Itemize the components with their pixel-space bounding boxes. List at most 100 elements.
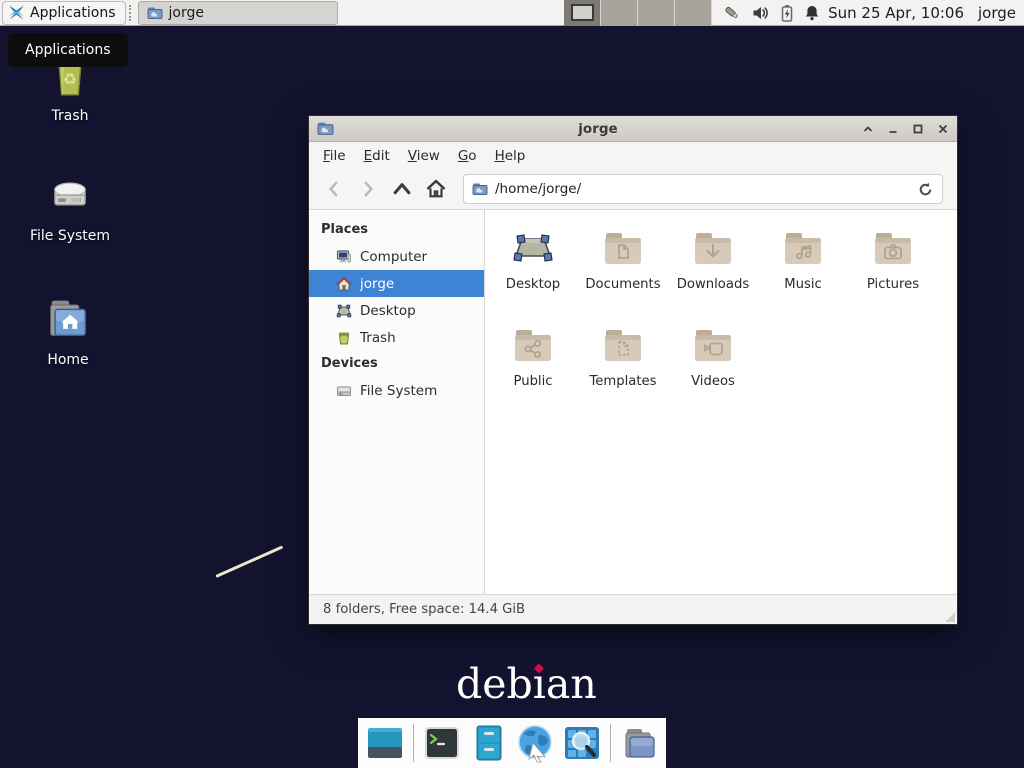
menubar: File Edit View Go Help	[309, 142, 957, 169]
debian-logo-i: ı	[533, 660, 546, 708]
maximize-icon[interactable]	[912, 123, 924, 135]
stylus-icon[interactable]	[722, 4, 742, 22]
file-item-music[interactable]: Music	[758, 224, 848, 321]
window-body: Places Computer jorge	[309, 210, 957, 594]
workspace-1[interactable]	[564, 0, 601, 26]
back-icon	[325, 180, 343, 198]
minimize-icon[interactable]	[887, 123, 899, 135]
app-finder-icon	[563, 724, 601, 762]
videos-folder-icon	[689, 321, 737, 369]
desktop-icon-label: Home	[47, 352, 88, 368]
folder-view: Desktop Documents	[485, 210, 957, 594]
top-panel: Applications jorge	[0, 0, 1024, 26]
downloads-folder-icon	[689, 224, 737, 272]
show-desktop-icon	[366, 724, 404, 762]
volume-icon[interactable]	[752, 5, 770, 21]
sidebar-item-desktop[interactable]: Desktop	[309, 297, 484, 324]
file-cabinet-icon	[470, 724, 508, 762]
taskbar-window-button[interactable]: jorge	[138, 1, 338, 25]
debian-logo-text: an	[546, 660, 597, 708]
computer-icon	[336, 249, 352, 265]
devices-header: Devices	[309, 351, 484, 377]
directory-menu-button[interactable]	[620, 723, 659, 763]
public-folder-icon	[509, 321, 557, 369]
location-folder-icon	[472, 181, 488, 197]
shade-icon[interactable]	[862, 123, 874, 135]
forward-button[interactable]	[353, 174, 383, 204]
home-folder-icon	[42, 292, 94, 344]
forward-icon	[359, 180, 377, 198]
home-button[interactable]	[421, 174, 451, 204]
location-bar[interactable]: /home/jorge/	[463, 174, 943, 204]
window-controls	[862, 123, 949, 135]
menu-help[interactable]: Help	[486, 148, 535, 164]
up-button[interactable]	[387, 174, 417, 204]
applications-menu-button[interactable]: Applications	[2, 1, 126, 25]
terminal-icon	[423, 724, 461, 762]
dock-separator	[413, 724, 414, 762]
sidebar: Places Computer jorge	[309, 210, 485, 594]
file-item-label: Desktop	[506, 277, 560, 292]
documents-folder-icon	[599, 224, 647, 272]
terminal-launcher[interactable]	[423, 723, 462, 763]
file-item-downloads[interactable]: Downloads	[668, 224, 758, 321]
home-icon	[336, 276, 352, 292]
battery-icon[interactable]	[780, 4, 794, 22]
sidebar-item-label: Trash	[360, 330, 396, 346]
desktop-icon-label: Trash	[52, 108, 89, 124]
applications-tooltip: Applications	[8, 33, 128, 67]
file-item-label: Public	[513, 374, 552, 389]
pictures-folder-icon	[869, 224, 917, 272]
desktop-icon-home[interactable]: Home	[13, 292, 123, 368]
xfce-logo-icon	[8, 4, 25, 21]
show-desktop-button[interactable]	[365, 723, 404, 763]
file-item-templates[interactable]: Templates	[578, 321, 668, 418]
file-item-public[interactable]: Public	[488, 321, 578, 418]
panel-grip-handle[interactable]	[129, 5, 135, 21]
window-titlebar[interactable]: jorge	[309, 116, 957, 142]
menu-view[interactable]: View	[399, 148, 449, 164]
file-item-label: Templates	[589, 374, 656, 389]
trash-icon	[336, 330, 352, 346]
folder-icon	[147, 5, 163, 21]
workspace-4[interactable]	[675, 0, 712, 26]
file-manager-launcher[interactable]	[469, 723, 508, 763]
dock-separator	[610, 724, 611, 762]
close-icon[interactable]	[937, 123, 949, 135]
workspace-2[interactable]	[601, 0, 638, 26]
file-item-videos[interactable]: Videos	[668, 321, 758, 418]
debian-logo-text: deb	[456, 660, 533, 708]
panel-username[interactable]: jorge	[978, 4, 1016, 22]
debian-logo: debıan	[456, 660, 597, 708]
web-browser-launcher[interactable]	[515, 723, 555, 763]
sidebar-item-jorge[interactable]: jorge	[309, 270, 484, 297]
file-item-desktop[interactable]: Desktop	[488, 224, 578, 321]
sidebar-item-file-system[interactable]: File System	[309, 377, 484, 404]
file-item-pictures[interactable]: Pictures	[848, 224, 938, 321]
back-button[interactable]	[319, 174, 349, 204]
location-path[interactable]: /home/jorge/	[495, 181, 910, 197]
pointer-trail-line	[215, 545, 283, 577]
sidebar-item-computer[interactable]: Computer	[309, 243, 484, 270]
file-item-documents[interactable]: Documents	[578, 224, 668, 321]
dock-panel	[358, 718, 666, 768]
desktop-icon	[509, 224, 557, 272]
notifications-bell-icon[interactable]	[804, 4, 820, 21]
directory-folder-icon	[621, 724, 659, 762]
panel-clock[interactable]: Sun 25 Apr, 10:06	[828, 4, 964, 22]
reload-icon[interactable]	[917, 181, 934, 198]
file-item-label: Pictures	[867, 277, 919, 292]
applications-menu-label: Applications	[30, 5, 116, 21]
statusbar: 8 folders, Free space: 14.4 GiB	[309, 594, 957, 624]
menu-edit[interactable]: Edit	[355, 148, 399, 164]
resize-grip[interactable]	[945, 612, 955, 622]
app-finder-launcher[interactable]	[562, 723, 601, 763]
menu-go[interactable]: Go	[449, 148, 486, 164]
system-tray	[722, 4, 820, 22]
menu-file[interactable]: File	[314, 148, 355, 164]
toolbar: /home/jorge/	[309, 169, 957, 210]
templates-folder-icon	[599, 321, 647, 369]
desktop-icon-file-system[interactable]: File System	[15, 168, 125, 244]
workspace-3[interactable]	[638, 0, 675, 26]
sidebar-item-trash[interactable]: Trash	[309, 324, 484, 351]
